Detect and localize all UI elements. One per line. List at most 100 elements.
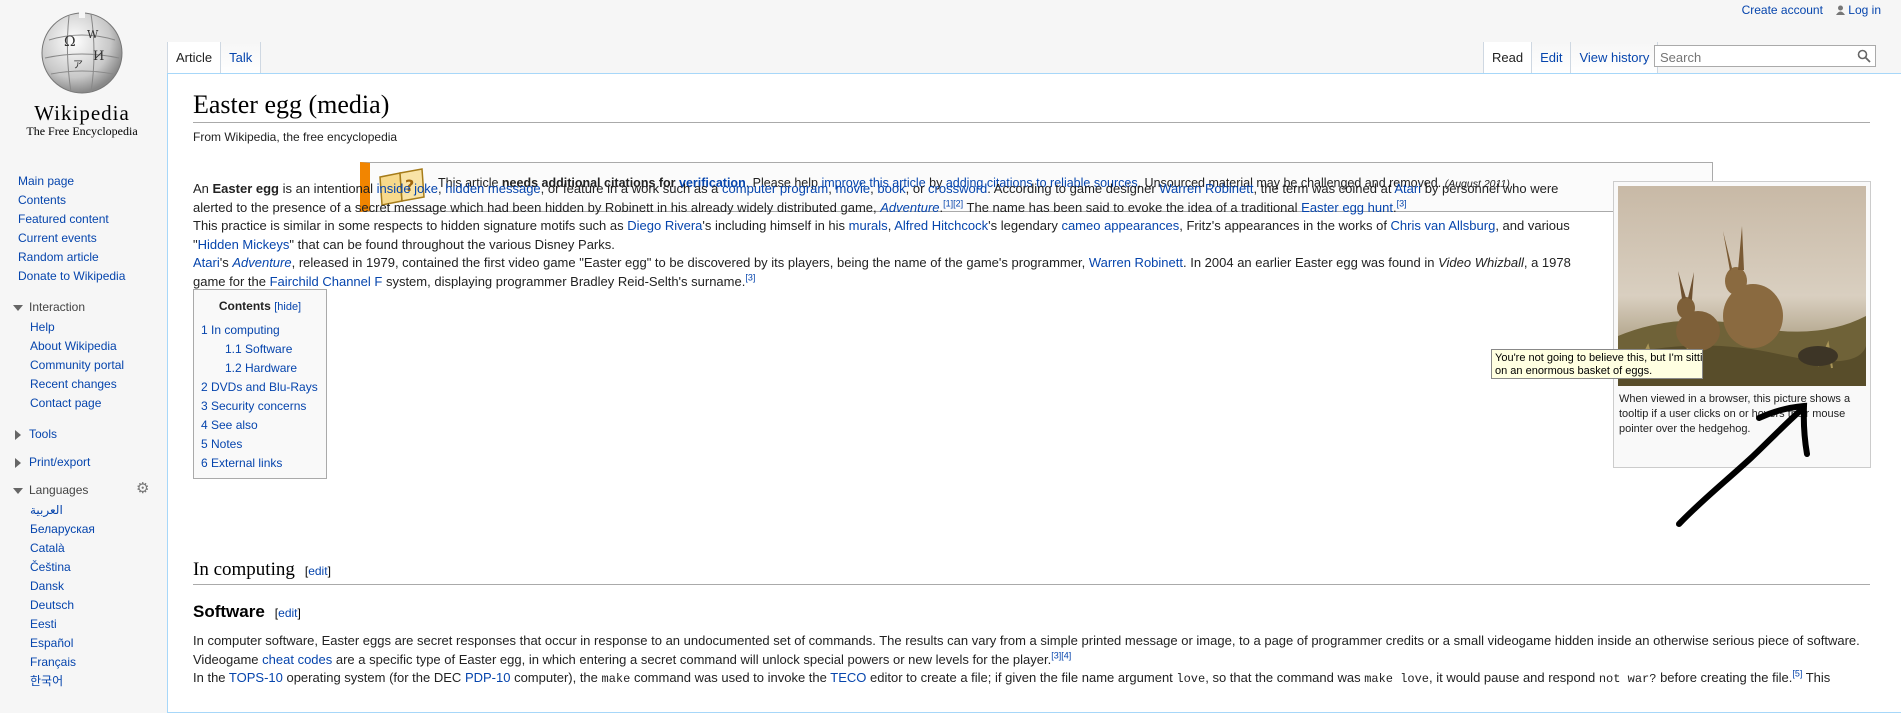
- language-link[interactable]: Español: [30, 634, 165, 653]
- link-easter-egg-hunt[interactable]: Easter egg hunt: [1301, 200, 1393, 215]
- language-link[interactable]: العربية: [30, 501, 165, 520]
- link-tops-10[interactable]: TOPS-10: [229, 670, 283, 685]
- link-murals[interactable]: murals: [849, 218, 888, 233]
- tab-view-history[interactable]: View history: [1571, 42, 1659, 73]
- sidebar: Main page Contents Featured content Curr…: [0, 172, 165, 691]
- interaction-heading[interactable]: Interaction: [13, 300, 165, 314]
- language-link[interactable]: Français: [30, 653, 165, 672]
- sidebar-item-recent-changes[interactable]: Recent changes: [30, 375, 165, 394]
- toc-item[interactable]: 1 In computing: [201, 321, 326, 340]
- expand-triangle-icon: [15, 429, 21, 440]
- interaction-list: Help About Wikipedia Community portal Re…: [0, 318, 165, 413]
- search-input[interactable]: [1658, 47, 1852, 67]
- search-box: [1654, 45, 1876, 67]
- link-alfred-hitchcock[interactable]: Alfred Hitchcock: [894, 218, 988, 233]
- paragraph-intro-3: Atari's Adventure, released in 1979, con…: [193, 255, 1571, 289]
- language-link[interactable]: Eesti: [30, 615, 165, 634]
- toc-item[interactable]: 1.1 Software: [201, 340, 326, 359]
- link-fairchild-channel-f[interactable]: Fairchild Channel F: [270, 274, 383, 289]
- link-cheat-codes[interactable]: cheat codes: [262, 652, 332, 667]
- personal-tools: Create account Log in: [1732, 3, 1881, 17]
- svg-text:И: И: [93, 49, 104, 64]
- create-account-link[interactable]: Create account: [1742, 3, 1823, 17]
- sidebar-item-contents[interactable]: Contents: [18, 191, 165, 210]
- language-link[interactable]: Dansk: [30, 577, 165, 596]
- link-computer-program[interactable]: computer program: [722, 181, 828, 196]
- tab-talk[interactable]: Talk: [221, 42, 262, 73]
- citation-ref[interactable]: [3][4]: [1051, 651, 1071, 661]
- toc-title: Contents [hide]: [218, 299, 302, 313]
- tab-edit[interactable]: Edit: [1532, 42, 1572, 73]
- link-atari[interactable]: Atari: [193, 255, 220, 270]
- sidebar-item-donate[interactable]: Donate to Wikipedia: [18, 267, 165, 286]
- toc-item[interactable]: 4 See also: [201, 416, 326, 435]
- citation-ref[interactable]: [3]: [745, 273, 755, 283]
- wikipedia-logo[interactable]: Ω W И ア Wikipedia The Free Encyclopedia: [12, 8, 152, 148]
- link-crossword[interactable]: crossword: [928, 181, 987, 196]
- link-inside-joke[interactable]: inside joke: [377, 181, 438, 196]
- language-link[interactable]: Deutsch: [30, 596, 165, 615]
- svg-text:W: W: [87, 28, 99, 41]
- language-link[interactable]: Беларуская: [30, 520, 165, 539]
- link-adventure[interactable]: Adventure: [880, 200, 939, 215]
- link-atari[interactable]: Atari: [1394, 181, 1421, 196]
- search-icon[interactable]: [1857, 49, 1871, 63]
- paragraph-intro-1: An Easter egg is an intentional inside j…: [193, 181, 1559, 215]
- hand-drawn-arrow-annotation: [1676, 402, 1810, 527]
- edit-section-link[interactable]: [edit]: [305, 564, 331, 578]
- print-export-heading[interactable]: Print/export: [13, 455, 165, 469]
- language-link[interactable]: Čeština: [30, 558, 165, 577]
- tools-heading[interactable]: Tools: [13, 427, 165, 441]
- gear-icon[interactable]: ⚙: [136, 481, 150, 496]
- sidebar-item-about[interactable]: About Wikipedia: [30, 337, 165, 356]
- toc-item[interactable]: 5 Notes: [201, 435, 326, 454]
- citation-ref[interactable]: [1][2]: [943, 199, 963, 209]
- languages-list: العربية Беларуская Català Čeština Dansk …: [0, 501, 165, 691]
- toc-list: 1 In computing 1.1 Software 1.2 Hardware…: [194, 321, 326, 473]
- link-hidden-mickeys[interactable]: Hidden Mickeys: [198, 237, 290, 252]
- sidebar-item-current-events[interactable]: Current events: [18, 229, 165, 248]
- tab-read[interactable]: Read: [1483, 42, 1533, 73]
- sidebar-item-community-portal[interactable]: Community portal: [30, 356, 165, 375]
- language-link[interactable]: Català: [30, 539, 165, 558]
- toc-item[interactable]: 1.2 Hardware: [201, 359, 326, 378]
- toc-item[interactable]: 6 External links: [201, 454, 326, 473]
- sidebar-item-random-article[interactable]: Random article: [18, 248, 165, 267]
- link-diego-rivera[interactable]: Diego Rivera: [627, 218, 702, 233]
- edit-section-link[interactable]: [edit]: [275, 606, 301, 620]
- collapse-triangle-icon: [13, 304, 23, 311]
- citation-ref[interactable]: [3]: [1397, 199, 1407, 209]
- link-chris-van-allsburg[interactable]: Chris van Allsburg: [1391, 218, 1496, 233]
- toc-item[interactable]: 2 DVDs and Blu-Rays: [201, 378, 326, 397]
- toc-hide-toggle[interactable]: [hide]: [274, 301, 301, 313]
- link-book[interactable]: book: [877, 181, 905, 196]
- image-tooltip: You're not going to believe this, but I'…: [1491, 349, 1703, 379]
- link-warren-robinett[interactable]: Warren Robinett: [1159, 181, 1253, 196]
- login-link[interactable]: Log in: [1836, 3, 1881, 17]
- sidebar-item-help[interactable]: Help: [30, 318, 165, 337]
- logo-tagline: The Free Encyclopedia: [26, 124, 138, 138]
- citation-ref[interactable]: [5]: [1792, 669, 1802, 679]
- namespace-tabs: Article Talk: [167, 42, 262, 73]
- paragraph-software-1: In computer software, Easter eggs are se…: [193, 633, 1860, 667]
- toc-item[interactable]: 3 Security concerns: [201, 397, 326, 416]
- link-adventure[interactable]: Adventure: [232, 255, 291, 270]
- sidebar-item-contact-page[interactable]: Contact page: [30, 394, 165, 413]
- link-cameo-appearances[interactable]: cameo appearances: [1061, 218, 1179, 233]
- language-link[interactable]: 한국어: [30, 672, 165, 691]
- link-warren-robinett[interactable]: Warren Robinett: [1089, 255, 1183, 270]
- section-heading-in-computing: In computing [edit]: [193, 559, 1870, 585]
- tab-article[interactable]: Article: [167, 42, 222, 73]
- link-hidden-message[interactable]: hidden message: [445, 181, 540, 196]
- link-pdp-10[interactable]: PDP-10: [465, 670, 511, 685]
- sidebar-item-featured-content[interactable]: Featured content: [18, 210, 165, 229]
- link-teco[interactable]: TECO: [830, 670, 866, 685]
- link-movie[interactable]: movie: [835, 181, 870, 196]
- languages-heading[interactable]: Languages ⚙: [13, 481, 165, 497]
- expand-triangle-icon: [15, 457, 21, 468]
- sidebar-item-main-page[interactable]: Main page: [18, 172, 165, 191]
- navigation-list: Main page Contents Featured content Curr…: [0, 172, 165, 286]
- site-subtitle: From Wikipedia, the free encyclopedia: [193, 130, 398, 144]
- article-content: Easter egg (media) From Wikipedia, the f…: [167, 73, 1901, 713]
- svg-text:ア: ア: [73, 60, 83, 71]
